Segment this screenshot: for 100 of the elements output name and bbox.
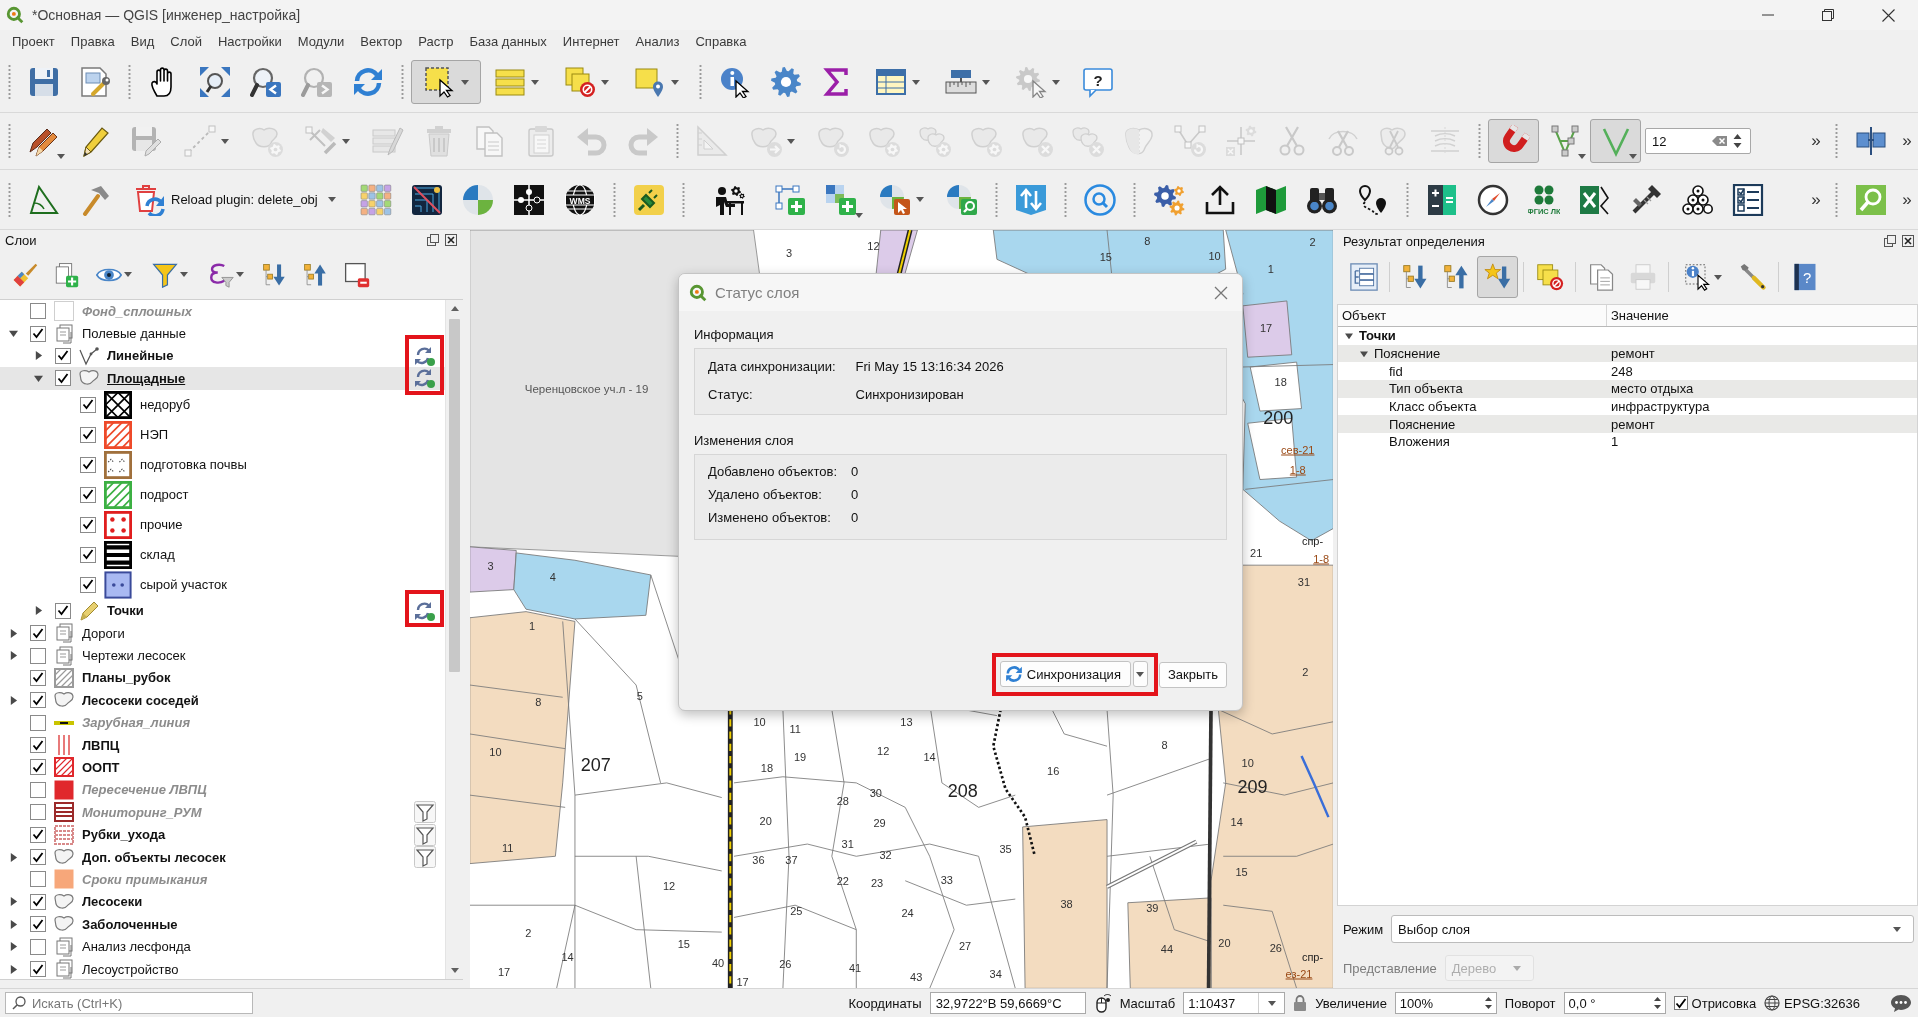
result-row[interactable]: Тип объекта место отдыха xyxy=(1338,380,1917,398)
tree-row[interactable]: НЭП xyxy=(0,419,445,450)
checkbox[interactable] xyxy=(30,871,46,888)
expand-arrow-icon[interactable] xyxy=(8,852,18,862)
checkbox[interactable] xyxy=(55,347,71,364)
tolerance-spinbox[interactable]: 12 xyxy=(1645,128,1751,154)
checkbox[interactable] xyxy=(80,516,96,533)
expand-arrow-icon[interactable] xyxy=(8,964,18,974)
tree-row[interactable]: сырой участок xyxy=(0,569,445,600)
checkbox[interactable] xyxy=(80,486,96,503)
checkbox[interactable] xyxy=(30,781,46,798)
checkbox[interactable] xyxy=(80,426,96,443)
sync-indicator-icon[interactable] xyxy=(414,344,436,367)
snapping-button[interactable] xyxy=(1488,119,1539,163)
search-field[interactable]: Искать (Ctrl+K) xyxy=(32,994,232,1012)
scrollbar[interactable] xyxy=(445,300,463,979)
coordinates-field[interactable]: 32,9722°В 59,6669°С xyxy=(929,992,1086,1014)
expand-arrow-icon[interactable] xyxy=(8,942,18,952)
menu-item[interactable]: Вектор xyxy=(352,33,411,49)
restore-icon[interactable] xyxy=(1822,9,1834,21)
help-button[interactable]: ? xyxy=(1072,60,1123,104)
expand-arrow-icon[interactable] xyxy=(8,329,18,339)
spinner-arrows-icon[interactable] xyxy=(1483,994,1493,1012)
column-header[interactable]: Объект xyxy=(1338,305,1607,326)
tree-row[interactable]: недоруб xyxy=(0,389,445,420)
result-row[interactable]: Точки xyxy=(1338,327,1917,345)
filter-icon[interactable] xyxy=(414,823,436,846)
scale-combobox[interactable]: 1:10437 xyxy=(1183,992,1286,1014)
menu-item[interactable]: Анализ xyxy=(627,33,688,49)
checkbox[interactable] xyxy=(55,602,71,619)
checkbox[interactable] xyxy=(80,576,96,593)
expand-arrow-icon[interactable] xyxy=(33,373,43,383)
magnifier-field[interactable]: 100% xyxy=(1395,994,1484,1012)
result-row[interactable]: fid 248 xyxy=(1338,362,1917,381)
tree-row[interactable]: Рубки_ухода xyxy=(0,823,445,846)
menu-item[interactable]: Справка xyxy=(687,33,755,49)
checkbox[interactable] xyxy=(30,804,46,821)
sync-indicator-icon[interactable] xyxy=(414,599,436,622)
tree-row[interactable]: прочие xyxy=(0,509,445,540)
expand-arrow-icon[interactable] xyxy=(1345,331,1353,340)
tree-row[interactable]: Линейные xyxy=(0,344,445,368)
checkbox[interactable] xyxy=(30,916,46,933)
search-box[interactable]: Искать (Ctrl+K) xyxy=(5,992,253,1014)
close-icon[interactable] xyxy=(1902,235,1914,247)
expand-arrow-icon[interactable] xyxy=(33,351,43,361)
checkbox[interactable] xyxy=(30,759,46,776)
checkbox[interactable] xyxy=(30,893,46,910)
tree-row[interactable]: Анализ лесфонда xyxy=(0,935,445,958)
expand-arrow-icon[interactable] xyxy=(8,628,18,638)
spinner-arrows-icon[interactable] xyxy=(1732,131,1743,151)
menu-item[interactable]: Растр xyxy=(410,33,462,49)
tree-row[interactable]: Точки xyxy=(0,599,445,622)
message-icon[interactable] xyxy=(1890,993,1912,1013)
checkbox[interactable] xyxy=(30,714,46,731)
menu-item[interactable]: Модули xyxy=(289,33,353,49)
close-icon[interactable] xyxy=(445,234,457,246)
result-row[interactable]: Пояснение ремонт xyxy=(1338,415,1917,434)
tolerance-field[interactable]: 12 xyxy=(1650,131,1708,151)
expand-arrow-icon[interactable] xyxy=(33,606,43,616)
wms-button[interactable]: WMS xyxy=(554,177,606,222)
checkbox[interactable] xyxy=(30,961,46,977)
magnifier-spinbox[interactable]: 100% xyxy=(1394,992,1497,1014)
auto-expand-button[interactable] xyxy=(1477,256,1518,298)
tree-row[interactable]: Лесосеки соседей xyxy=(0,689,445,712)
mode-dropdown[interactable]: Выбор слоя xyxy=(1391,915,1914,943)
checkbox[interactable] xyxy=(80,396,96,413)
filter-icon[interactable] xyxy=(414,846,436,869)
tree-row[interactable]: Дороги xyxy=(0,621,445,645)
tree-row[interactable]: склад xyxy=(0,539,445,570)
checkbox[interactable] xyxy=(1673,996,1688,1010)
tree-row[interactable]: Лесосеки xyxy=(0,890,445,914)
sync-indicator-icon[interactable] xyxy=(414,367,436,390)
expand-arrow-icon[interactable] xyxy=(8,897,18,907)
tree-row[interactable]: Чертежи лесосек xyxy=(0,644,445,667)
menu-item[interactable]: База данных xyxy=(461,33,555,49)
expand-arrow-icon[interactable] xyxy=(8,919,18,929)
checkbox[interactable] xyxy=(80,546,96,563)
reload-plugin-button[interactable]: Reload plugin: delete_obj xyxy=(120,179,351,220)
lock-icon[interactable] xyxy=(1293,994,1308,1012)
column-header[interactable]: Значение xyxy=(1607,305,1876,326)
sync-button[interactable]: Синхронизация xyxy=(999,661,1131,687)
filter-icon[interactable] xyxy=(414,801,436,824)
result-row[interactable]: Пояснение ремонт xyxy=(1338,344,1917,363)
more-button[interactable]: » xyxy=(1896,123,1918,159)
checkbox[interactable] xyxy=(30,826,46,843)
select-button[interactable] xyxy=(411,60,481,104)
checkbox[interactable] xyxy=(30,325,46,342)
menu-item[interactable]: Интернет xyxy=(554,33,628,49)
rotation-spinbox[interactable]: 0,0 ° xyxy=(1563,992,1666,1014)
tree-row[interactable]: ООПТ xyxy=(0,756,445,779)
tree-row[interactable]: Лесоустройство xyxy=(0,957,445,979)
tree-row[interactable]: Доп. объекты лесосек xyxy=(0,845,445,869)
close-button[interactable]: Закрыть xyxy=(1158,661,1227,688)
dropdown-button[interactable] xyxy=(1132,661,1148,687)
expand-arrow-icon[interactable] xyxy=(1360,349,1368,358)
menu-item[interactable]: Правка xyxy=(62,33,123,49)
expand-arrow-icon[interactable] xyxy=(8,651,18,661)
help-book-button[interactable]: ? xyxy=(1784,256,1825,298)
result-row[interactable]: Вложения 1 xyxy=(1338,433,1917,451)
checkbox[interactable] xyxy=(30,669,46,686)
